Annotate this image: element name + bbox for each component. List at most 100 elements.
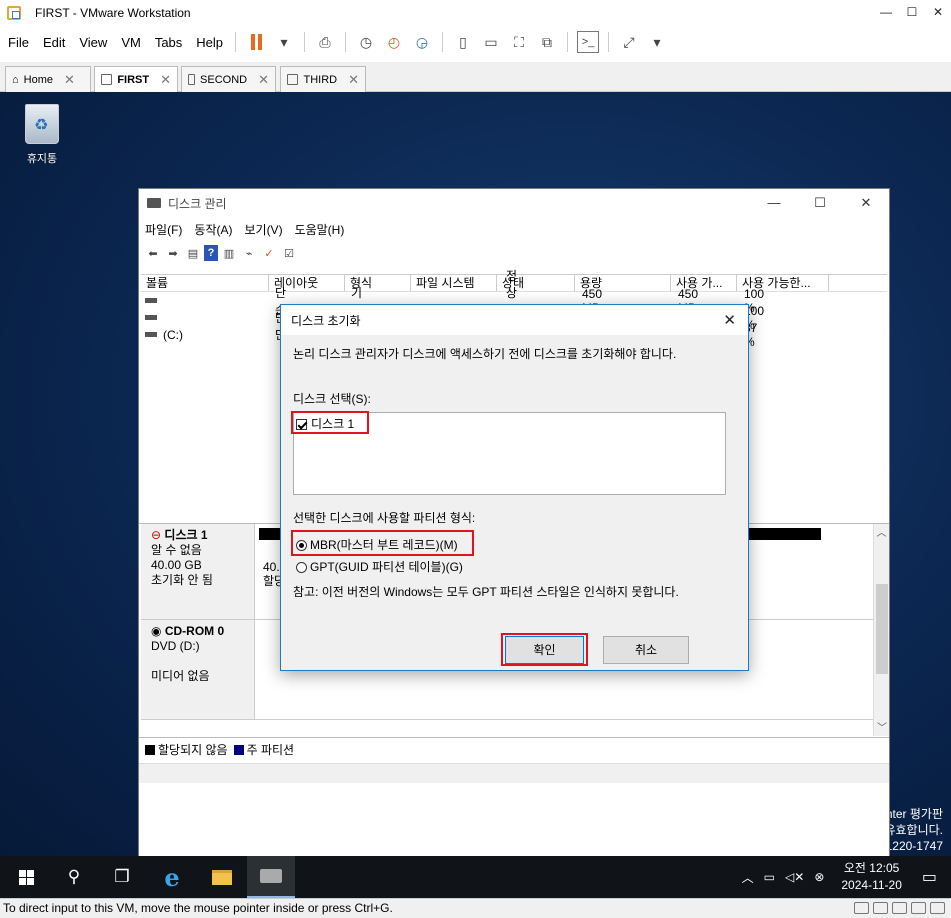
ok-button[interactable]: 확인 xyxy=(505,636,584,664)
minimize-button[interactable]: — xyxy=(751,189,797,217)
dialog-title-bar: 디스크 초기화 ✕ xyxy=(281,305,748,335)
disk-legend: 할당되지 않음 주 파티션 xyxy=(139,737,889,761)
initialize-disk-dialog: 디스크 초기화 ✕ 논리 디스크 관리자가 디스크에 액세스하기 전에 디스크를… xyxy=(280,304,749,671)
minimize-button[interactable]: — xyxy=(873,0,899,26)
console-view-icon[interactable]: >_ xyxy=(577,31,600,53)
search-button[interactable]: ⚲ xyxy=(50,856,98,898)
forward-arrow-icon[interactable]: ➡ xyxy=(164,245,182,261)
close-icon[interactable]: ✕ xyxy=(723,311,736,329)
mbr-radio[interactable]: MBR(마스터 부트 레코드)(M) xyxy=(296,536,458,553)
table-row[interactable]: (C:) 단 87 % xyxy=(141,321,757,349)
close-icon[interactable]: ✕ xyxy=(348,72,359,88)
tab-first[interactable]: FIRST ✕ xyxy=(94,66,178,92)
select-disk-label: 디스크 선택(S): xyxy=(293,392,371,406)
menu-tabs[interactable]: Tabs xyxy=(149,35,188,50)
disk-label: ⊖ 디스크 1 알 수 없음 40.00 GB 초기화 안 됨 xyxy=(141,524,255,619)
pause-icon[interactable] xyxy=(245,31,267,53)
check-icon[interactable]: ✓ xyxy=(260,245,278,261)
network-icon[interactable]: ▭ xyxy=(764,870,775,884)
menu-file[interactable]: 파일(F) xyxy=(145,221,182,238)
show-library-icon[interactable]: ▯ xyxy=(452,31,474,53)
menu-view[interactable]: View xyxy=(73,35,113,50)
menu-edit[interactable]: Edit xyxy=(37,35,71,50)
console-tree-icon[interactable]: ▤ xyxy=(184,245,202,261)
close-icon[interactable]: ✕ xyxy=(258,72,269,88)
dialog-description: 논리 디스크 관리자가 디스크에 액세스하기 전에 디스크를 초기화해야 합니다… xyxy=(293,347,677,361)
cd-drive-icon[interactable] xyxy=(873,902,888,914)
cancel-button[interactable]: 취소 xyxy=(603,636,689,664)
back-arrow-icon[interactable]: ⬅ xyxy=(144,245,162,261)
close-button[interactable]: ✕ xyxy=(925,0,951,26)
menu-action[interactable]: 동작(A) xyxy=(194,221,232,238)
disk-1-checkbox[interactable]: 디스크 1 xyxy=(296,415,354,432)
vm-tab-bar: ⌂ Home ✕ FIRST ✕ SECOND ✕ THIRD ✕ xyxy=(0,62,951,92)
disk-management-icon xyxy=(147,198,161,208)
full-screen-icon[interactable]: ⛶ xyxy=(508,31,530,53)
chevron-down-icon[interactable]: ▾ xyxy=(273,31,295,53)
close-icon[interactable]: ✕ xyxy=(160,72,171,88)
col-file-system[interactable]: 파일 시스템 xyxy=(411,275,497,291)
tab-third[interactable]: THIRD ✕ xyxy=(280,66,366,92)
disk-management-status-bar xyxy=(139,763,889,783)
guest-taskbar: ⚲ ❐ e ︿ ▭ ◁✕ ⊗ 오전 12:05 2024-11-20 ▭ xyxy=(0,856,951,898)
scroll-thumb[interactable] xyxy=(876,584,888,674)
menu-file[interactable]: File xyxy=(2,35,35,50)
menu-help[interactable]: 도움말(H) xyxy=(295,221,345,238)
menu-vm[interactable]: VM xyxy=(115,35,147,50)
vmware-menu-toolbar: File Edit View VM Tabs Help ▾ ⎙ ◷ ◴ ◶ ▯ … xyxy=(0,26,951,58)
unity-icon[interactable]: ⧉ xyxy=(536,31,558,53)
notification-icon[interactable]: ▭ xyxy=(922,867,937,887)
scroll-down-icon[interactable]: ﹀ xyxy=(874,719,890,734)
scroll-up-icon[interactable]: ︿ xyxy=(874,524,889,539)
tab-home[interactable]: ⌂ Home ✕ xyxy=(5,66,91,92)
vmware-app-icon xyxy=(7,6,21,20)
volume-icon xyxy=(145,315,157,320)
network-adapter-icon[interactable] xyxy=(892,902,907,914)
close-icon[interactable]: ✕ xyxy=(64,72,75,88)
disk-label: ◉ CD-ROM 0 DVD (D:) 미디어 없음 xyxy=(141,620,255,719)
file-explorer-button[interactable] xyxy=(198,856,246,898)
sound-icon[interactable] xyxy=(930,902,945,914)
menu-view[interactable]: 보기(V) xyxy=(244,221,282,238)
search-icon: ⚲ xyxy=(67,867,81,886)
ie-button[interactable]: e xyxy=(148,856,196,898)
col-volume[interactable]: 볼륨 xyxy=(141,275,269,291)
table-row[interactable]: 단 100 % xyxy=(141,304,764,332)
volume-muted-icon[interactable]: ◁✕ xyxy=(785,870,804,884)
help-icon[interactable]: ? xyxy=(204,245,218,261)
start-button[interactable] xyxy=(2,856,50,898)
gpt-radio[interactable]: GPT(GUID 파티션 테이블)(G) xyxy=(296,558,463,575)
maximize-button[interactable]: ☐ xyxy=(899,0,925,26)
snapshot-manager-icon[interactable]: ◶ xyxy=(411,31,433,53)
close-button[interactable]: ✕ xyxy=(843,189,889,217)
properties-icon[interactable]: ☑ xyxy=(280,245,298,261)
action-pane-icon[interactable]: ▥ xyxy=(220,245,238,261)
maximize-button[interactable]: ☐ xyxy=(797,189,843,217)
tab-second[interactable]: SECOND ✕ xyxy=(181,66,276,92)
error-icon[interactable]: ⊗ xyxy=(814,870,824,884)
usb-icon[interactable] xyxy=(911,902,926,914)
thumbnail-bar-icon[interactable]: ▭ xyxy=(480,31,502,53)
clock[interactable]: 오전 12:05 2024-11-20 xyxy=(841,860,902,894)
vm-icon xyxy=(188,74,196,85)
revert-snapshot-icon[interactable]: ◴ xyxy=(383,31,405,53)
table-row[interactable]: 단순 기본 정상 (복구... 450 MB 450 MB 100 % xyxy=(141,269,764,334)
folder-icon xyxy=(212,869,232,885)
radio-unselected-icon xyxy=(296,562,307,573)
hard-disk-icon[interactable] xyxy=(854,902,869,914)
chevron-down-icon[interactable]: ▾ xyxy=(646,31,668,53)
disk-management-taskbar-button[interactable] xyxy=(247,856,295,898)
guest-desktop[interactable]: 휴지통 Windows Server 2016 Datacenter 평가판 W… xyxy=(0,92,951,856)
dialog-note: 참고: 이전 버전의 Windows는 모두 GPT 파티션 스타일은 인식하지… xyxy=(293,585,679,599)
chevron-up-icon[interactable]: ︿ xyxy=(742,869,754,886)
send-ctrl-alt-del-icon[interactable]: ⎙ xyxy=(314,31,336,53)
disk-map-scrollbar[interactable]: ︿ ﹀ xyxy=(873,524,889,736)
vm-icon xyxy=(101,74,113,85)
recycle-bin[interactable]: 휴지통 xyxy=(22,104,62,166)
connect-icon[interactable]: ⌁ xyxy=(240,245,258,261)
task-view-button[interactable]: ❐ xyxy=(98,856,146,898)
snapshot-icon[interactable]: ◷ xyxy=(355,31,377,53)
task-view-icon: ❐ xyxy=(114,867,130,886)
menu-help[interactable]: Help xyxy=(190,35,229,50)
stretch-icon[interactable]: ⤢ xyxy=(618,31,640,53)
